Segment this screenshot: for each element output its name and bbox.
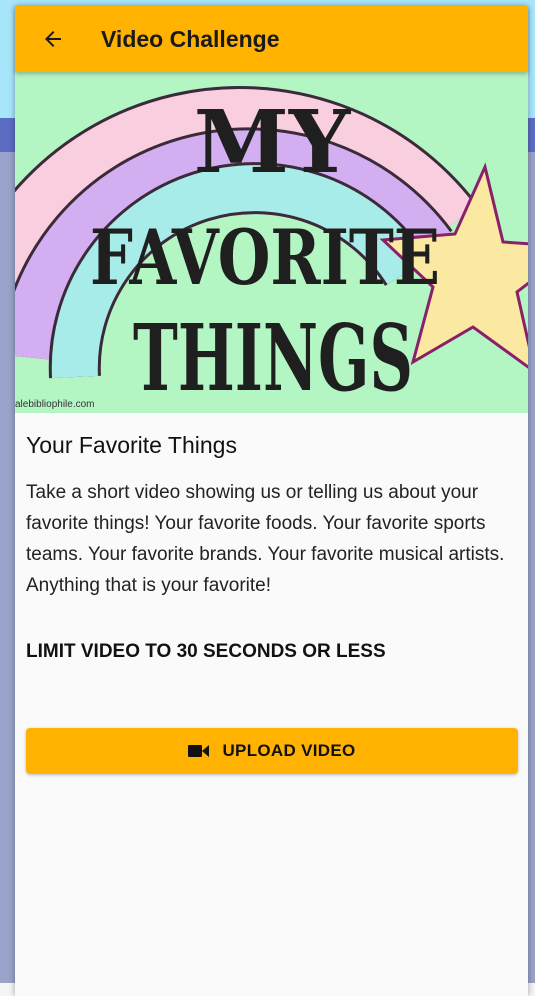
challenge-limit-notice: LIMIT VIDEO TO 30 SECONDS OR LESS	[26, 641, 386, 662]
back-button[interactable]	[39, 25, 67, 53]
challenge-content: Your Favorite Things Take a short video …	[26, 426, 518, 663]
video-camera-icon	[188, 745, 210, 757]
rainbow-star-illustration: MY FAVORITE THINGS	[15, 86, 528, 412]
banner-line-3: THINGS	[133, 304, 413, 412]
page-title: Video Challenge	[101, 25, 280, 52]
challenge-heading: Your Favorite Things	[26, 432, 237, 458]
image-credit: alebibliophile.com	[15, 399, 95, 410]
app-bar: Video Challenge	[15, 6, 528, 72]
upload-video-button[interactable]: UPLOAD VIDEO	[26, 728, 518, 774]
upload-video-label: UPLOAD VIDEO	[222, 741, 356, 760]
challenge-dialog: Video Challenge MY FAVORITE THINGS alebi…	[15, 6, 528, 996]
challenge-banner-image: MY FAVORITE THINGS	[15, 72, 528, 413]
banner-line-2: FAVORITE	[90, 213, 440, 302]
arrow-left-icon	[45, 31, 61, 47]
banner-line-1: MY	[194, 92, 352, 193]
challenge-description: Take a short video showing us or telling…	[26, 482, 505, 596]
